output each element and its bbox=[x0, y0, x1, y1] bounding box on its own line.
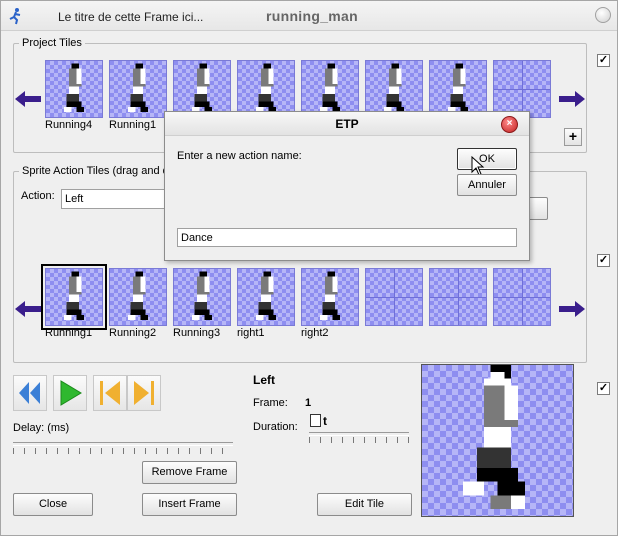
duration-slider-thumb[interactable] bbox=[310, 414, 321, 427]
frame-number: 1 bbox=[305, 397, 312, 409]
close-button[interactable]: Close bbox=[13, 493, 93, 516]
runner-sprite-icon bbox=[191, 271, 213, 320]
runner-sprite-icon bbox=[191, 63, 213, 112]
preview-checkbox[interactable]: ✓ bbox=[597, 382, 610, 395]
runner-sprite-icon bbox=[127, 63, 149, 112]
sprite-action-tile[interactable] bbox=[41, 264, 107, 330]
sprite-action-tile[interactable] bbox=[237, 268, 295, 326]
sprite-action-tile[interactable] bbox=[493, 268, 551, 326]
delay-slider-ticks bbox=[13, 448, 233, 454]
window-close-button[interactable] bbox=[595, 7, 611, 23]
project-tiles-checkbox[interactable]: ✓ bbox=[597, 54, 610, 67]
insert-frame-button[interactable]: Insert Frame bbox=[142, 493, 237, 516]
first-frame-icon bbox=[100, 381, 120, 405]
dialog-close-icon[interactable]: × bbox=[501, 116, 518, 133]
project-tile[interactable] bbox=[301, 60, 359, 118]
new-action-name-input[interactable]: Dance bbox=[177, 228, 517, 247]
duration-slider[interactable] bbox=[309, 432, 409, 436]
add-tile-button[interactable]: + bbox=[564, 128, 582, 146]
sprite-action-legend: Sprite Action Tiles (drag and d bbox=[19, 165, 172, 177]
runner-sprite-icon bbox=[447, 63, 469, 112]
sprite-action-tile-label: Running1 bbox=[45, 327, 93, 339]
window-subtitle: Le titre de cette Frame ici... bbox=[58, 10, 204, 24]
project-tile[interactable] bbox=[237, 60, 295, 118]
runner-sprite-icon bbox=[255, 63, 277, 112]
window-title: running_man bbox=[266, 8, 358, 24]
project-tile[interactable] bbox=[429, 60, 487, 118]
project-tile-label: Running4 bbox=[45, 119, 93, 131]
dialog-ok-button[interactable]: OK bbox=[457, 148, 517, 170]
runner-sprite-icon bbox=[63, 63, 85, 112]
sprite-action-tile-label: right2 bbox=[301, 327, 329, 339]
delay-label: Delay: (ms) bbox=[13, 422, 70, 434]
sprite-action-tile[interactable] bbox=[365, 268, 423, 326]
running-figure-preview bbox=[463, 365, 525, 510]
sprite-action-tile[interactable] bbox=[173, 268, 231, 326]
last-frame-icon bbox=[134, 381, 154, 405]
first-frame-button[interactable] bbox=[93, 375, 127, 411]
project-tile[interactable] bbox=[493, 60, 551, 118]
runner-sprite-icon bbox=[127, 271, 149, 320]
project-tile-label: Running1 bbox=[109, 119, 157, 131]
play-icon bbox=[60, 380, 82, 406]
delay-slider[interactable] bbox=[13, 442, 233, 446]
title-bar: Le titre de cette Frame ici... running_m… bbox=[1, 1, 617, 31]
duration-slider-ticks bbox=[309, 437, 409, 443]
duration-value: t bbox=[323, 414, 327, 428]
frame-label: Frame: bbox=[253, 397, 288, 409]
frame-preview bbox=[421, 364, 574, 517]
play-button[interactable] bbox=[53, 375, 87, 411]
sprite-tiles-next-arrow-icon[interactable] bbox=[557, 299, 587, 319]
edit-tile-button[interactable]: Edit Tile bbox=[317, 493, 412, 516]
action-label: Action: bbox=[21, 190, 55, 202]
action-name-input[interactable]: Left bbox=[61, 189, 171, 209]
sprite-action-tile-label: Running2 bbox=[109, 327, 157, 339]
project-tile[interactable] bbox=[45, 60, 103, 118]
sprite-action-tile[interactable] bbox=[109, 268, 167, 326]
runner-sprite-icon bbox=[63, 271, 85, 320]
sprite-action-tile-label: Running3 bbox=[173, 327, 221, 339]
dialog-cancel-button[interactable]: Annuler bbox=[457, 174, 517, 196]
sprite-action-tile-label: right1 bbox=[237, 327, 265, 339]
duration-label: Duration: bbox=[253, 421, 298, 433]
project-tiles-next-arrow-icon[interactable] bbox=[557, 89, 587, 109]
rewind-icon bbox=[19, 382, 40, 404]
runner-sprite-icon bbox=[319, 63, 341, 112]
sprite-action-tile[interactable] bbox=[429, 268, 487, 326]
running-man-app-icon bbox=[9, 8, 21, 25]
project-tile[interactable] bbox=[365, 60, 423, 118]
project-tile[interactable] bbox=[173, 60, 231, 118]
mouse-cursor-icon bbox=[471, 156, 485, 176]
project-tile[interactable] bbox=[109, 60, 167, 118]
remove-frame-button[interactable]: Remove Frame bbox=[142, 461, 237, 484]
runner-sprite-icon bbox=[255, 271, 277, 320]
sprite-tiles-prev-arrow-icon[interactable] bbox=[13, 299, 43, 319]
project-tiles-legend: Project Tiles bbox=[19, 37, 85, 49]
sprite-action-checkbox[interactable]: ✓ bbox=[597, 254, 610, 267]
etp-dialog: ETP × Enter a new action name: OK Annule… bbox=[164, 111, 530, 261]
project-tiles-prev-arrow-icon[interactable] bbox=[13, 89, 43, 109]
current-action-name: Left bbox=[253, 373, 275, 387]
dialog-title: ETP bbox=[165, 112, 529, 136]
sprite-action-tile[interactable] bbox=[301, 268, 359, 326]
last-frame-button[interactable] bbox=[127, 375, 161, 411]
main-window: Le titre de cette Frame ici... running_m… bbox=[0, 0, 618, 536]
runner-sprite-icon bbox=[383, 63, 405, 112]
dialog-prompt: Enter a new action name: bbox=[177, 150, 302, 162]
runner-sprite-icon bbox=[319, 271, 341, 320]
rewind-button[interactable] bbox=[13, 375, 47, 411]
